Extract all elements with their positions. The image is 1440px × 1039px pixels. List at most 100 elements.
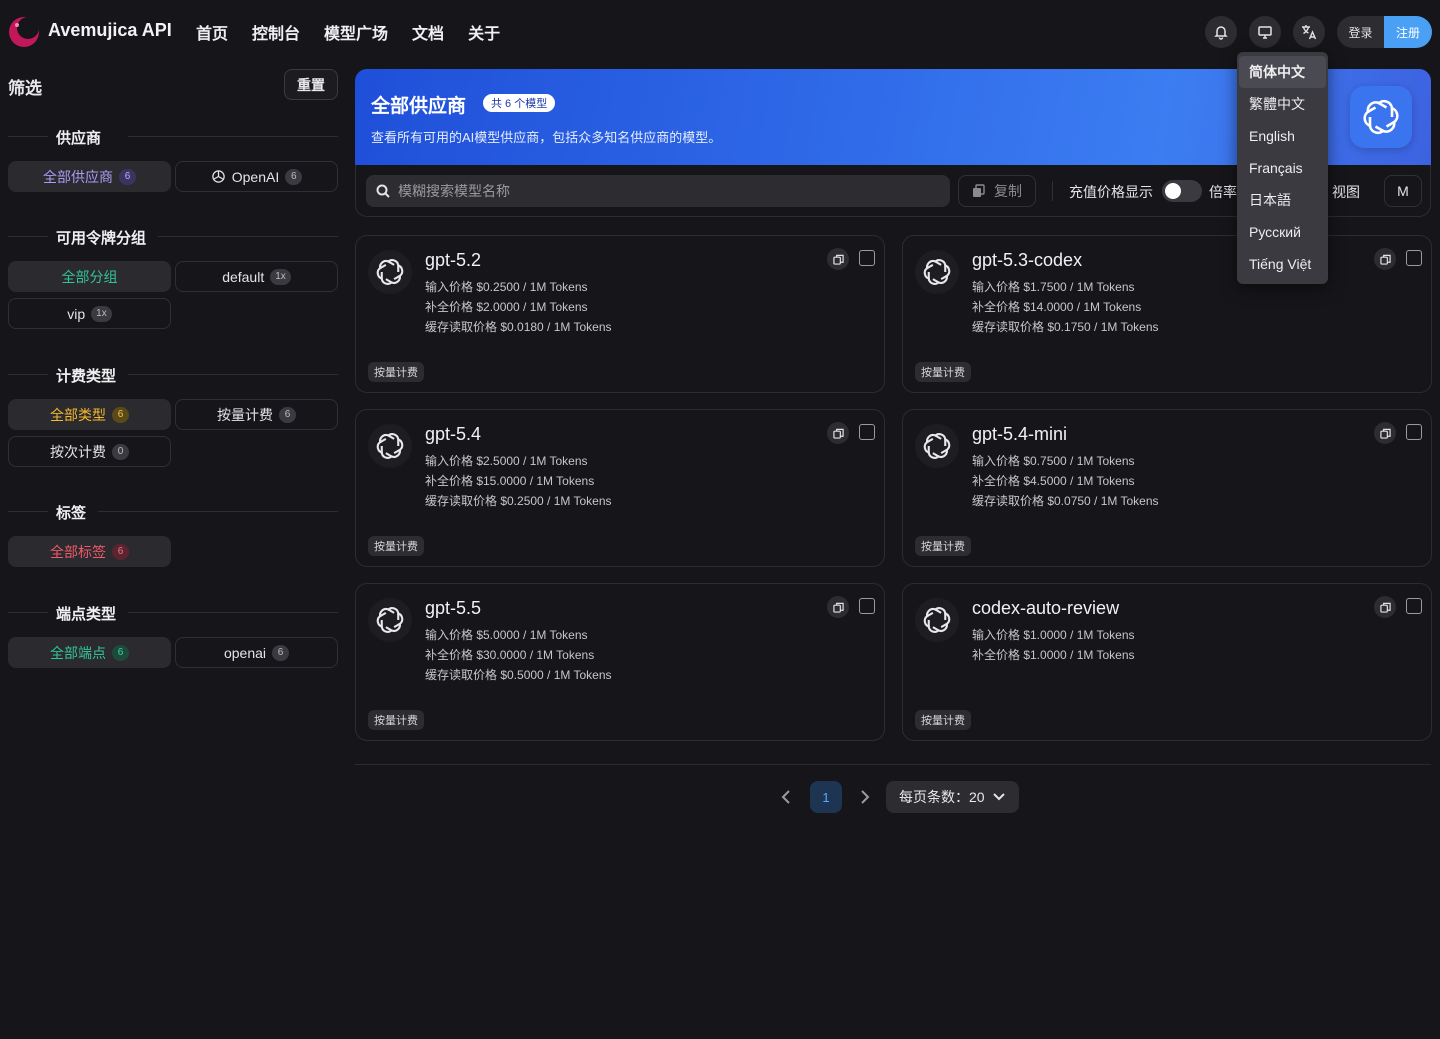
copy-icon [832,602,844,613]
copy-model-button[interactable] [827,596,849,618]
model-price-line: 输入价格 $5.0000 / 1M Tokens [425,628,588,642]
chip-group-default[interactable]: default 1x [175,261,338,292]
chip-all-tags[interactable]: 全部标签 6 [8,536,171,567]
section-header-groups: 可用令牌分组 [8,227,338,247]
copy-model-button[interactable] [1374,248,1396,270]
copy-button[interactable]: 复制 [958,175,1036,207]
lang-fr[interactable]: Français [1237,152,1328,184]
model-price-line: 输入价格 $1.7500 / 1M Tokens [972,280,1135,294]
model-card[interactable]: gpt-5.3-codex 输入价格 $1.7500 / 1M Tokens 补全价… [902,235,1432,393]
section-header-tags: 标签 [8,502,338,522]
model-price-line: 输入价格 $0.7500 / 1M Tokens [972,454,1135,468]
next-page-button[interactable] [855,786,875,808]
chip-all-groups[interactable]: 全部分组 [8,261,171,292]
model-price-line: 输入价格 $2.5000 / 1M Tokens [425,454,588,468]
select-checkbox[interactable] [1406,424,1422,440]
bell-icon [1214,26,1228,40]
app-name[interactable]: Avemujica API [48,20,172,41]
billing-tag: 按量计费 [368,362,424,382]
chip-endpoint-openai[interactable]: openai 6 [175,637,338,668]
section-header-billing: 计费类型 [8,365,338,385]
lang-ja[interactable]: 日本語 [1237,184,1328,216]
select-checkbox[interactable] [859,598,875,614]
select-checkbox[interactable] [859,424,875,440]
search-placeholder: 模糊搜索模型名称 [398,183,510,199]
copy-model-button[interactable] [827,248,849,270]
pagination-divider [355,764,1431,765]
lang-ru[interactable]: Русский [1237,216,1328,248]
nav-model-square[interactable]: 模型广场 [324,20,388,44]
model-price-line: 缓存读取价格 $0.1750 / 1M Tokens [972,320,1159,334]
model-card[interactable]: gpt-5.5 输入价格 $5.0000 / 1M Tokens 补全价格 $30.… [355,583,885,741]
register-button[interactable]: 注册 [1384,16,1432,48]
ratio-label: 倍率 [1209,184,1237,200]
view-mode-button[interactable]: M [1384,175,1422,207]
model-price-line: 缓存读取价格 $0.5000 / 1M Tokens [425,668,612,682]
lang-zh-tw[interactable]: 繁體中文 [1237,88,1328,120]
copy-icon [973,184,985,197]
recharge-price-label: 充值价格显示 [1069,184,1153,200]
section-header-provider: 供应商 [8,127,338,147]
model-price-line: 缓存读取价格 $0.2500 / 1M Tokens [425,494,612,508]
chip-group-vip[interactable]: vip 1x [8,298,171,329]
model-name: gpt-5.2 [425,250,482,270]
top-navbar: Avemujica API 首页 控制台 模型广场 文档 关于 登录 注册 [0,0,1440,64]
openai-icon [923,259,951,285]
lang-en[interactable]: English [1237,120,1328,152]
select-checkbox[interactable] [1406,250,1422,266]
model-name: codex-auto-review [972,598,1120,618]
page-size-select[interactable]: 每页条数：20 [886,781,1019,813]
model-card[interactable]: gpt-5.4-mini 输入价格 $0.7500 / 1M Tokens 补全价格… [902,409,1432,567]
select-checkbox[interactable] [1406,598,1422,614]
reset-button[interactable]: 重置 [284,69,338,100]
nav-about[interactable]: 关于 [468,20,500,44]
language-button[interactable] [1293,16,1325,48]
model-card[interactable]: codex-auto-review 输入价格 $1.0000 / 1M Token… [902,583,1432,741]
model-card[interactable]: gpt-5.2 输入价格 $0.2500 / 1M Tokens 补全价格 $2.0… [355,235,885,393]
app-logo[interactable] [8,16,40,48]
search-input[interactable]: 模糊搜索模型名称 [366,175,950,207]
select-checkbox[interactable] [859,250,875,266]
nav-docs[interactable]: 文档 [412,20,444,44]
recharge-price-toggle[interactable] [1162,180,1202,202]
openai-icon [923,607,951,633]
copy-icon [1379,254,1391,265]
billing-tag: 按量计费 [368,536,424,556]
chip-pay-per-use[interactable]: 按量计费 6 [175,399,338,430]
lang-zh-cn[interactable]: 简体中文 [1239,56,1326,88]
billing-tag: 按量计费 [368,710,424,730]
openai-icon [212,170,225,183]
page-1-button[interactable]: 1 [810,781,842,813]
copy-model-button[interactable] [1374,422,1396,444]
section-header-endpoints: 端点类型 [8,603,338,623]
prev-page-button[interactable] [776,786,796,808]
openai-icon [923,433,951,459]
chip-all-endpoints[interactable]: 全部端点 6 [8,637,171,668]
model-avatar [915,250,959,294]
notification-button[interactable] [1205,16,1237,48]
chevron-down-icon [992,793,1005,801]
copy-model-button[interactable] [1374,596,1396,618]
login-button[interactable]: 登录 [1337,16,1384,48]
nav-console[interactable]: 控制台 [252,20,300,44]
model-card[interactable]: gpt-5.4 输入价格 $2.5000 / 1M Tokens 补全价格 $15.… [355,409,885,567]
chip-pay-per-call[interactable]: 按次计费 0 [8,436,171,467]
model-price-line: 缓存读取价格 $0.0180 / 1M Tokens [425,320,612,334]
theme-button[interactable] [1249,16,1281,48]
chevron-left-icon [781,790,790,804]
view-label[interactable]: 视图 [1332,182,1360,202]
chip-openai[interactable]: OpenAI 6 [175,161,338,192]
search-icon [376,184,390,198]
model-price-line: 补全价格 $1.0000 / 1M Tokens [972,648,1135,662]
copy-model-button[interactable] [827,422,849,444]
nav-home[interactable]: 首页 [196,20,228,44]
openai-icon [376,433,404,459]
openai-icon [1363,99,1399,135]
model-price-line: 补全价格 $4.5000 / 1M Tokens [972,474,1135,488]
model-name: gpt-5.3-codex [972,250,1083,270]
lang-vi[interactable]: Tiếng Việt [1237,248,1328,280]
chip-all-providers[interactable]: 全部供应商 6 [8,161,171,192]
chip-all-types[interactable]: 全部类型 6 [8,399,171,430]
language-menu: 简体中文 繁體中文 English Français 日本語 Русский T… [1237,52,1328,284]
model-avatar [915,424,959,468]
